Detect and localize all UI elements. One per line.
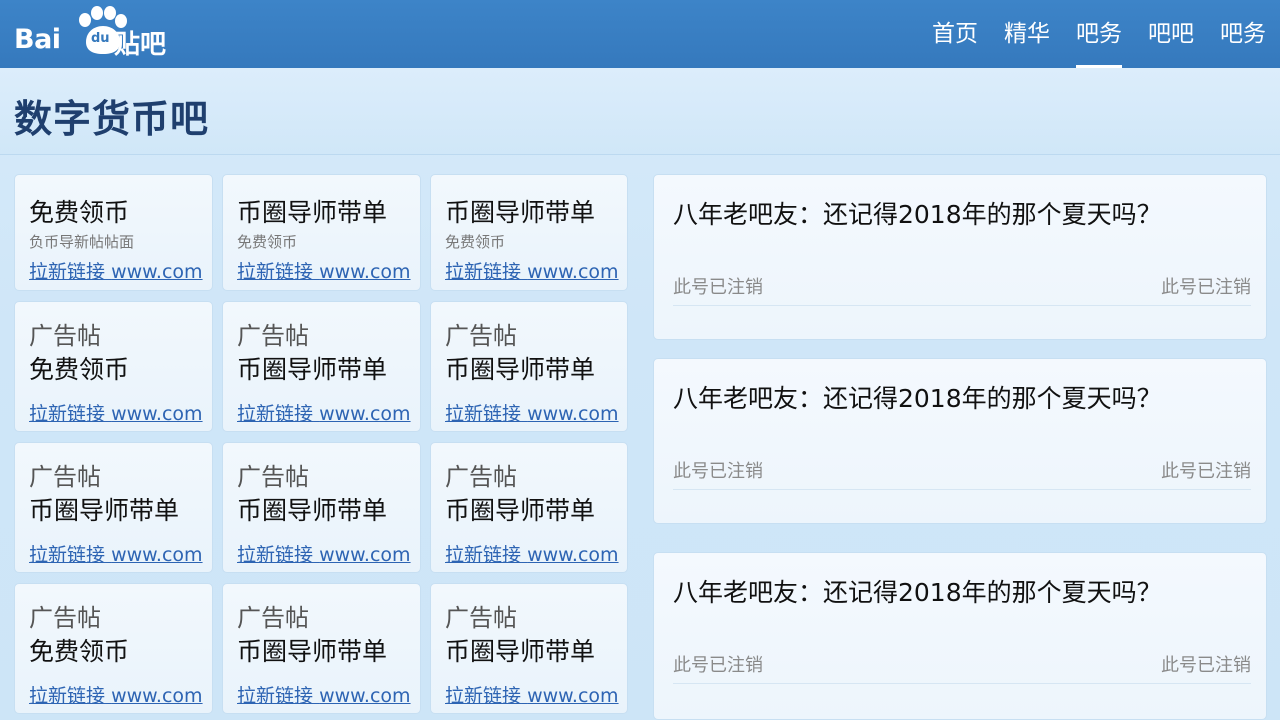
ad-link[interactable]: 拉新链接 www.com — [237, 399, 411, 426]
baidu-tieba-logo[interactable]: Bai du 贴吧 — [14, 6, 184, 62]
logo-brand-text: Bai — [14, 24, 61, 55]
ad-tag: 广告帖 — [237, 322, 309, 350]
ad-title: 币圈导师带单 — [237, 496, 388, 525]
post-card[interactable]: 八年老吧友：还记得2018年的那个夏天吗？ 此号已注销 此号已注销 — [653, 358, 1267, 524]
ad-tag: 广告帖 — [445, 604, 517, 632]
ad-title: 免费领币 — [29, 198, 130, 227]
ad-title: 免费领币 — [29, 355, 130, 384]
ad-subtitle: 负币导新帖帖面 — [29, 233, 135, 251]
ad-title: 币圈导师带单 — [237, 637, 388, 666]
nav-item-home[interactable]: 首页 — [932, 0, 978, 68]
ad-link[interactable]: 拉新链接 www.com — [445, 540, 619, 567]
post-title[interactable]: 八年老吧友：还记得2018年的那个夏天吗？ — [673, 573, 1162, 609]
ad-link[interactable]: 拉新链接 www.com — [237, 681, 411, 708]
nav-item-forums[interactable]: 吧吧 — [1148, 0, 1194, 68]
post-title[interactable]: 八年老吧友：还记得2018年的那个夏天吗？ — [673, 379, 1162, 415]
ad-tag: 广告帖 — [237, 463, 309, 491]
ad-link[interactable]: 拉新链接 www.com — [237, 540, 411, 567]
nav-item-admin-active[interactable]: 吧务 — [1076, 0, 1122, 68]
top-nav-bar: Bai du 贴吧 首页 精华 吧务 吧吧 吧务 — [0, 0, 1280, 68]
ad-subtitle: 免费领币 — [237, 233, 298, 251]
ad-card-grid: 免费领币 负币导新帖帖面 拉新链接 www.com 币圈导师带单 免费领币 拉新… — [14, 174, 628, 714]
ad-link[interactable]: 拉新链接 www.com — [445, 257, 619, 284]
ad-card[interactable]: 广告帖 免费领币 拉新链接 www.com — [14, 301, 213, 432]
ad-link[interactable]: 拉新链接 www.com — [237, 257, 411, 284]
post-title[interactable]: 八年老吧友：还记得2018年的那个夏天吗？ — [673, 195, 1162, 231]
ad-card[interactable]: 广告帖 币圈导师带单 拉新链接 www.com — [430, 583, 628, 714]
post-divider — [673, 683, 1251, 684]
ad-tag: 广告帖 — [29, 322, 101, 350]
ad-card[interactable]: 币圈导师带单 免费领币 拉新链接 www.com — [222, 174, 421, 291]
ad-tag: 广告帖 — [445, 322, 517, 350]
ad-title: 币圈导师带单 — [445, 637, 596, 666]
nav-item-admin[interactable]: 吧务 — [1220, 0, 1266, 68]
post-author: 此号已注销 — [673, 461, 763, 482]
ad-card[interactable]: 广告帖 币圈导师带单 拉新链接 www.com — [430, 301, 628, 432]
ad-link[interactable]: 拉新链接 www.com — [29, 681, 203, 708]
ad-link[interactable]: 拉新链接 www.com — [445, 681, 619, 708]
ad-title: 币圈导师带单 — [445, 355, 596, 384]
ad-card[interactable]: 广告帖 币圈导师带单 拉新链接 www.com — [222, 583, 421, 714]
ad-card[interactable]: 广告帖 币圈导师带单 拉新链接 www.com — [222, 301, 421, 432]
ad-link[interactable]: 拉新链接 www.com — [29, 399, 203, 426]
logo-du-text: du — [91, 31, 110, 46]
post-last-reply-author: 此号已注销 — [1161, 461, 1251, 482]
post-last-reply-author: 此号已注销 — [1161, 277, 1251, 298]
ad-link[interactable]: 拉新链接 www.com — [445, 399, 619, 426]
post-divider — [673, 489, 1251, 490]
ad-card[interactable]: 广告帖 免费领币 拉新链接 www.com — [14, 583, 213, 714]
ad-link[interactable]: 拉新链接 www.com — [29, 540, 203, 567]
ad-title: 免费领币 — [29, 637, 130, 666]
post-author: 此号已注销 — [673, 277, 763, 298]
ad-tag: 广告帖 — [29, 604, 101, 632]
ad-tag: 广告帖 — [445, 463, 517, 491]
post-divider — [673, 305, 1251, 306]
ad-card[interactable]: 广告帖 币圈导师带单 拉新链接 www.com — [222, 442, 421, 573]
ad-title: 币圈导师带单 — [445, 496, 596, 525]
page-title: 数字货币吧 — [14, 97, 210, 141]
ad-title: 币圈导师带单 — [29, 496, 180, 525]
ad-tag: 广告帖 — [237, 604, 309, 632]
ad-card[interactable]: 免费领币 负币导新帖帖面 拉新链接 www.com — [14, 174, 213, 291]
ad-subtitle: 免费领币 — [445, 233, 506, 251]
ad-title: 币圈导师带单 — [237, 355, 388, 384]
ad-title: 币圈导师带单 — [445, 198, 596, 227]
ad-card[interactable]: 币圈导师带单 免费领币 拉新链接 www.com — [430, 174, 628, 291]
post-card[interactable]: 八年老吧友：还记得2018年的那个夏天吗？ 此号已注销 此号已注销 — [653, 174, 1267, 340]
post-card[interactable]: 八年老吧友：还记得2018年的那个夏天吗？ 此号已注销 此号已注销 — [653, 552, 1267, 720]
ad-card[interactable]: 广告帖 币圈导师带单 拉新链接 www.com — [430, 442, 628, 573]
ad-title: 币圈导师带单 — [237, 198, 388, 227]
ad-tag: 广告帖 — [29, 463, 101, 491]
nav-item-featured[interactable]: 精华 — [1004, 0, 1050, 68]
forum-header: 数字货币吧 — [0, 68, 1280, 155]
logo-product-text: 贴吧 — [114, 30, 167, 60]
post-author: 此号已注销 — [673, 655, 763, 676]
ad-card[interactable]: 广告帖 币圈导师带单 拉新链接 www.com — [14, 442, 213, 573]
post-last-reply-author: 此号已注销 — [1161, 655, 1251, 676]
main-nav: 首页 精华 吧务 吧吧 吧务 — [906, 0, 1266, 68]
ad-link[interactable]: 拉新链接 www.com — [29, 257, 203, 284]
